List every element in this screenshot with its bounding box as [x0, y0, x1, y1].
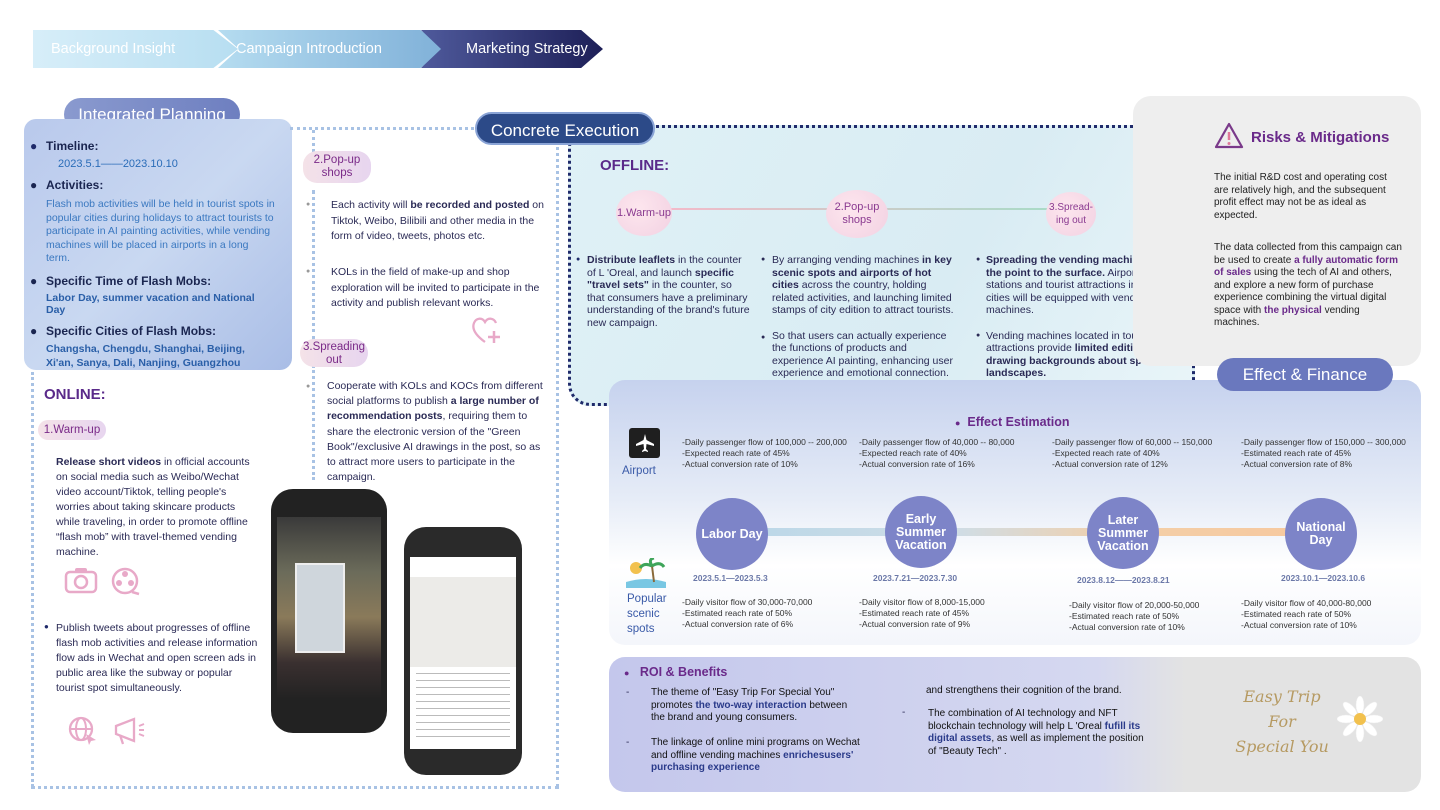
phone-mockup-post	[404, 527, 522, 775]
online-frame-right	[556, 128, 559, 788]
season-later-summer: Later Summer Vacation	[1087, 497, 1159, 569]
online-kols-text: KOLs in the field of make-up and shop ex…	[331, 266, 540, 309]
airport-stats-early-summer: -Daily passenger flow of 40,000 -- 80,00…	[859, 437, 1015, 469]
concrete-execution-title: Concrete Execution	[475, 112, 655, 145]
bullet-dot: ●	[761, 256, 766, 263]
roi-item-2: The linkage of online mini programs on W…	[651, 737, 860, 773]
airport-stats-later-summer: -Daily passenger flow of 60,000 -- 150,0…	[1052, 437, 1213, 469]
airport-label: Airport	[622, 465, 656, 477]
daisy-icon	[1337, 696, 1383, 742]
online-warmup-tag: 1.Warm-up	[38, 420, 106, 440]
date-later-summer: 2023.8.12——2023.8.21	[1077, 575, 1170, 585]
bullet-dot: ●	[306, 201, 311, 208]
post-text-lines	[416, 673, 510, 743]
divider-mid	[312, 190, 315, 340]
flash-time-label: Specific Time of Flash Mobs:	[46, 273, 212, 288]
online-popup-text: Each activity will be recorded and poste…	[331, 199, 544, 242]
post-screenshot	[410, 557, 516, 749]
effect-finance-title: Effect & Finance	[1217, 358, 1393, 391]
online-spread-text: Cooperate with KOLs and KOCs from differ…	[327, 380, 543, 484]
flash-cities-value: Changsha, Chengdu, Shanghai, Beijing, Xi…	[46, 342, 245, 369]
online-frame-left	[31, 372, 34, 787]
airport-stats-national: -Daily passenger flow of 150,000 -- 300,…	[1241, 437, 1406, 469]
map-image	[410, 577, 516, 667]
offline-popup-p2: So that users can actually experience th…	[772, 329, 953, 380]
online-spread-tag: 3.Spreading out	[300, 339, 368, 367]
online-tweets-text: Publish tweets about progresses of offli…	[56, 622, 258, 694]
globe-cursor-icon	[68, 716, 96, 745]
camera-icon	[64, 568, 98, 594]
progress-nav: Background Insight Campaign Introduction…	[33, 30, 603, 68]
bullet-dot: ●	[624, 668, 630, 678]
palm-beach-icon	[626, 558, 666, 588]
flash-time-value: Labor Day, summer vacation and National …	[46, 291, 255, 316]
date-labor: 2023.5.1—2023.5.3	[693, 573, 768, 583]
divider-low	[312, 365, 315, 480]
nav-step-background[interactable]: Background Insight	[33, 30, 238, 68]
season-national-day: National Day	[1285, 498, 1357, 570]
online-popup-tag: 2.Pop-up shops	[303, 151, 371, 183]
offline-step-popup: 2.Pop-up shops	[826, 190, 888, 238]
risks-p1: The initial R&D cost and operating cost …	[1214, 172, 1387, 221]
heart-plus-icon	[472, 317, 500, 343]
film-reel-icon	[111, 567, 140, 596]
bullet-dot: ●	[955, 418, 961, 428]
roi-item-3: and strengthens their cognition of the b…	[926, 685, 1122, 696]
offline-col-popup: ● By arranging vending machines in key s…	[761, 254, 961, 380]
megaphone-icon	[114, 717, 145, 745]
bullet-dot: ●	[976, 332, 981, 339]
risks-p2: The data collected from this campaign ca…	[1214, 242, 1402, 328]
bullet-dot: ●	[576, 256, 581, 263]
timeline-bar	[732, 528, 1292, 536]
date-national: 2023.10.1—2023.10.6	[1281, 573, 1366, 583]
online-title: ONLINE:	[44, 386, 106, 403]
ad-icons	[68, 716, 146, 746]
nav-step-campaign[interactable]: Campaign Introduction	[218, 30, 448, 68]
vending-machine-image	[295, 563, 345, 653]
online-frame-top	[290, 127, 480, 130]
dash-mark: -	[626, 687, 630, 698]
video-screenshot	[277, 517, 381, 699]
scenic-stats-early-summer: -Daily visitor flow of 8,000-15,000 -Esti…	[859, 597, 985, 629]
risks-title: Risks & Mitigations	[1251, 129, 1390, 146]
timeline-value: 2023.5.1——2023.10.10	[58, 158, 178, 170]
scenic-stats-national: -Daily visitor flow of 40,000-80,000 -Est…	[1241, 598, 1372, 630]
season-early-summer: Early Summer Vacation	[885, 496, 957, 568]
effect-estimation-title: ● Effect Estimation	[955, 415, 1070, 429]
dash-mark: -	[902, 707, 906, 718]
media-icons	[64, 566, 140, 596]
offline-title: OFFLINE:	[600, 157, 670, 174]
integrated-planning-content: ● Timeline: 2023.5.1——2023.10.10 ● Activit…	[30, 139, 275, 369]
activities-label: Activities:	[46, 178, 104, 192]
flash-cities-label: Specific Cities of Flash Mobs:	[46, 323, 217, 338]
timeline-label: Timeline:	[46, 139, 99, 153]
online-frame-bottom	[31, 786, 559, 789]
scenic-label: Popular scenic spots	[627, 593, 667, 635]
offline-step-warmup: 1.Warm-up	[616, 190, 672, 236]
roi-item-4: The combination of AI technology and NFT…	[928, 708, 1144, 757]
bullet-dot: ●	[976, 256, 981, 263]
slogan: Easy Trip For Special You	[1235, 687, 1329, 756]
airplane-icon	[629, 428, 660, 458]
dash-mark: -	[626, 737, 630, 748]
bullet-dot: ●	[306, 383, 311, 390]
bullet-dot: ●	[306, 268, 311, 275]
phone-mockup-video	[271, 489, 387, 733]
airport-stats-labor: -Daily passenger flow of 100,000 -- 200,…	[682, 437, 847, 469]
roi-item-1: The theme of "Easy Trip For Special You"…	[651, 687, 848, 723]
bullet-dot: ●	[44, 622, 49, 631]
date-early-summer: 2023.7.21—2023.7.30	[873, 573, 958, 583]
bullet-dot: ●	[761, 334, 766, 341]
activities-text: Flash mob activities will be held in tou…	[46, 198, 275, 264]
scenic-stats-labor: -Daily visitor flow of 30,000-70,000 -Est…	[682, 597, 813, 629]
roi-title: ● ROI & Benefits	[624, 665, 728, 679]
scenic-stats-later-summer: -Daily visitor flow of 20,000-50,000 -Est…	[1069, 600, 1200, 632]
warning-icon	[1214, 122, 1244, 149]
offline-col-warmup: ● Distribute leaflets in the counter of …	[576, 254, 750, 329]
online-warmup-text: Release short videos in official account…	[56, 456, 250, 558]
nav-step-marketing[interactable]: Marketing Strategy	[421, 30, 603, 68]
offline-step-spread: 3.Spread-ing out	[1046, 192, 1096, 236]
season-labor-day: Labor Day	[696, 498, 768, 570]
